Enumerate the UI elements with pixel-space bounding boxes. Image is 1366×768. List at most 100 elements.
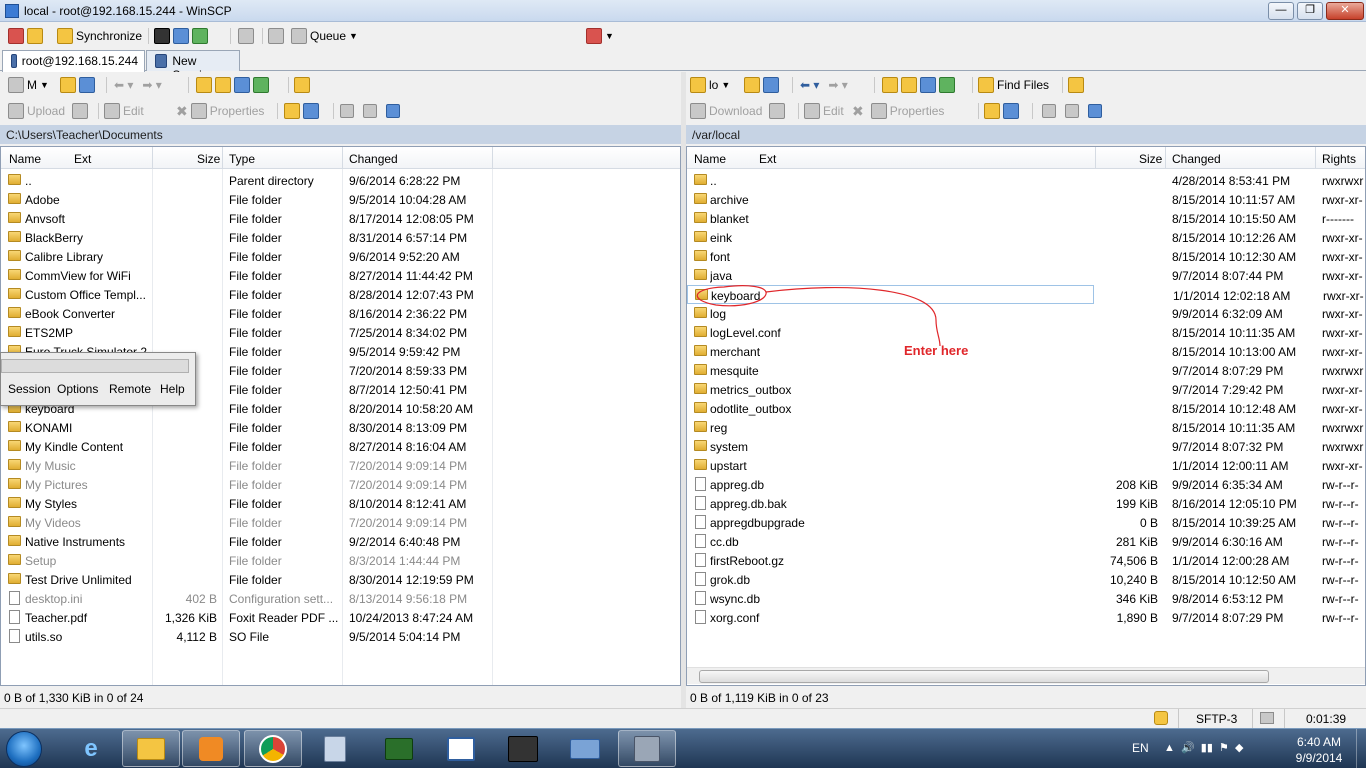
right-drive-selector[interactable]: lo ▼	[690, 75, 730, 95]
table-row[interactable]: eink 8/15/2014 10:12:26 AM rwxr-xr-	[687, 228, 1365, 247]
table-row[interactable]: system 9/7/2014 8:07:32 PM rwxrwxr	[687, 437, 1365, 456]
unselect-icon[interactable]	[363, 104, 377, 118]
synchronize-button[interactable]: Synchronize	[57, 26, 142, 46]
new-file-icon[interactable]	[303, 103, 319, 119]
column-size[interactable]: Size	[1139, 152, 1162, 166]
table-row[interactable]: cc.db 281 KiB 9/9/2014 6:30:16 AM rw-r--r-	[687, 532, 1365, 551]
forward-icon[interactable]: ➡ ▾	[828, 78, 847, 92]
taskbar-ie[interactable]: e	[62, 730, 120, 767]
open-directory-icon[interactable]	[60, 77, 76, 93]
table-row[interactable]: Setup File folder 8/3/2014 1:44:44 PM	[1, 551, 680, 570]
new-folder-icon[interactable]	[984, 103, 1000, 119]
edit-button[interactable]: Edit	[104, 101, 144, 121]
table-row[interactable]: appreg.db.bak 199 KiB 8/16/2014 12:05:10 P…	[687, 494, 1365, 513]
right-file-list[interactable]: Name Ext Size Changed Rights .. 4/28/2014…	[686, 146, 1366, 686]
invert-selection-icon[interactable]	[1088, 104, 1102, 118]
table-row[interactable]: wsync.db 346 KiB 9/8/2014 6:53:12 PM rw-r--…	[687, 589, 1365, 608]
taskbar-monitor[interactable]	[370, 730, 428, 767]
scrollbar-thumb[interactable]	[699, 670, 1269, 683]
open-terminal-icon[interactable]	[154, 28, 170, 44]
tab-session-root[interactable]: root@192.168.15.244	[2, 50, 145, 72]
tab-new-session[interactable]: New Session	[146, 50, 240, 82]
tree-icon[interactable]	[1068, 77, 1084, 93]
table-row[interactable]: ETS2MP File folder 7/25/2014 8:34:02 PM	[1, 323, 680, 342]
taskbar-chrome[interactable]	[244, 730, 302, 767]
back-icon[interactable]: ⬅ ▾	[800, 78, 819, 92]
home-icon[interactable]	[920, 77, 936, 93]
table-row[interactable]: My Music File folder 7/20/2014 9:09:14 PM	[1, 456, 680, 475]
taskbar-media[interactable]	[182, 730, 240, 767]
table-row[interactable]: My Styles File folder 8/10/2014 8:12:41 AM	[1, 494, 680, 513]
select-all-icon[interactable]	[340, 104, 354, 118]
taskbar-game[interactable]	[494, 730, 552, 767]
show-desktop-button[interactable]	[1356, 729, 1366, 768]
table-row[interactable]: Custom Office Templ... File folder 8/28/20…	[1, 285, 680, 304]
table-row[interactable]: reg 8/15/2014 10:11:35 AM rwxrwxr	[687, 418, 1365, 437]
taskbar-explorer[interactable]	[122, 730, 180, 767]
parent-directory-icon[interactable]	[882, 77, 898, 93]
table-row[interactable]: Teacher.pdf 1,326 KiB Foxit Reader PDF ...…	[1, 608, 680, 627]
transfer-settings-icon[interactable]	[268, 28, 284, 44]
column-type[interactable]: Type	[229, 152, 255, 166]
table-row[interactable]: blanket 8/15/2014 10:15:50 AM r-------	[687, 209, 1365, 228]
edit-button[interactable]: Edit	[804, 101, 844, 121]
table-row[interactable]: My Videos File folder 7/20/2014 9:09:14 PM	[1, 513, 680, 532]
new-folder-icon[interactable]	[284, 103, 300, 119]
menu-session[interactable]: Session	[8, 382, 51, 396]
start-button[interactable]	[6, 731, 42, 767]
table-row[interactable]: appreg.db 208 KiB 9/9/2014 6:35:34 AM rw-r-…	[687, 475, 1365, 494]
column-rights[interactable]: Rights	[1322, 152, 1356, 166]
new-file-icon[interactable]	[1003, 103, 1019, 119]
table-row[interactable]: My Pictures File folder 7/20/2014 9:09:14 …	[1, 475, 680, 494]
table-row[interactable]: .. 4/28/2014 8:53:41 PM rwxrwxr	[687, 171, 1365, 190]
minimize-button[interactable]: —	[1268, 2, 1294, 20]
refresh-icon[interactable]	[939, 77, 955, 93]
putty-icon[interactable]	[173, 28, 189, 44]
taskbar-keyboard[interactable]	[556, 730, 614, 767]
menu-help[interactable]: Help	[160, 382, 185, 396]
properties-button[interactable]: ✖ Properties	[176, 101, 264, 121]
table-row[interactable]: upstart 1/1/2014 12:00:11 AM rwxr-xr-	[687, 456, 1365, 475]
table-row[interactable]: utils.so 4,112 B SO File 9/5/2014 5:04:14 P…	[1, 627, 680, 646]
download-button[interactable]: Download	[690, 101, 786, 121]
table-row[interactable]: My Kindle Content File folder 8/27/2014 8:…	[1, 437, 680, 456]
home-icon[interactable]	[234, 77, 250, 93]
table-row[interactable]: desktop.ini 402 B Configuration sett... 8/1…	[1, 589, 680, 608]
table-row[interactable]: metrics_outbox 9/7/2014 7:29:42 PM rwxr-xr…	[687, 380, 1365, 399]
parent-directory-icon[interactable]	[196, 77, 212, 93]
table-row[interactable]: firstReboot.gz 74,506 B 1/1/2014 12:00:28 …	[687, 551, 1365, 570]
filter-icon[interactable]	[79, 77, 95, 93]
table-row[interactable]: xorg.conf 1,890 B 9/7/2014 8:07:29 PM rw-r-…	[687, 608, 1365, 627]
open-directory-icon[interactable]	[744, 77, 760, 93]
column-changed[interactable]: Changed	[1172, 152, 1221, 166]
synchronize-browsing-icon[interactable]	[192, 28, 208, 44]
select-all-icon[interactable]	[1042, 104, 1056, 118]
refresh-icon[interactable]	[253, 77, 269, 93]
table-row[interactable]: Adobe File folder 9/5/2014 10:04:28 AM	[1, 190, 680, 209]
left-drive-selector[interactable]: M ▼	[8, 75, 49, 95]
table-row[interactable]: odotlite_outbox 8/15/2014 10:12:48 AM rwxr…	[687, 399, 1365, 418]
table-row[interactable]: Native Instruments File folder 9/2/2014 6:…	[1, 532, 680, 551]
table-row[interactable]: font 8/15/2014 10:12:30 AM rwxr-xr-	[687, 247, 1365, 266]
column-ext[interactable]: Ext	[759, 152, 776, 166]
close-button[interactable]: ✕	[1326, 2, 1364, 20]
tray-icons[interactable]: ▲ 🔊 ▮▮ ⚑ ◆	[1164, 741, 1243, 768]
horizontal-scrollbar[interactable]	[687, 667, 1365, 684]
menu-options[interactable]: Options	[57, 382, 98, 396]
find-files-icon[interactable]	[294, 77, 310, 93]
preferences-gear-icon[interactable]	[238, 28, 254, 44]
filter-icon[interactable]	[763, 77, 779, 93]
root-directory-icon[interactable]	[215, 77, 231, 93]
forward-icon[interactable]: ➡ ▾	[142, 78, 161, 92]
table-row[interactable]: archive 8/15/2014 10:11:57 AM rwxr-xr-	[687, 190, 1365, 209]
table-row[interactable]: grok.db 10,240 B 8/15/2014 10:12:50 AM rw-r…	[687, 570, 1365, 589]
table-row[interactable]: appregdbupgrade 0 B 8/15/2014 10:39:25 AM r…	[687, 513, 1365, 532]
taskbar-winscp[interactable]	[618, 730, 676, 767]
table-row[interactable]: Calibre Library File folder 9/6/2014 9:52:…	[1, 247, 680, 266]
taskbar-calculator[interactable]	[306, 730, 364, 767]
right-path-bar[interactable]: /var/local	[686, 125, 1366, 144]
properties-button[interactable]: ✖ Properties	[852, 101, 944, 121]
unselect-icon[interactable]	[1065, 104, 1079, 118]
table-row[interactable]: CommView for WiFi File folder 8/27/2014 11…	[1, 266, 680, 285]
column-name[interactable]: Name	[694, 152, 726, 166]
